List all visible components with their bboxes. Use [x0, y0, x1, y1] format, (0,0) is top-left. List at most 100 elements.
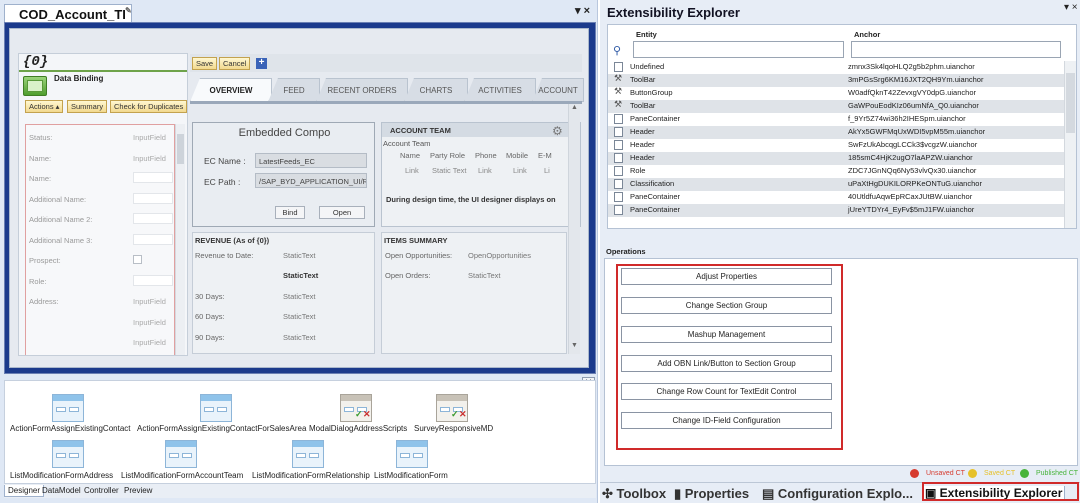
list-item[interactable]: ⚒ ButtonGroup W0adfQknT42ZevxgVY0dpG.uianc…	[608, 86, 1064, 100]
name-input[interactable]	[133, 172, 173, 183]
additional-name-3-input[interactable]	[133, 234, 173, 245]
field-label: Additional Name 2:	[29, 215, 93, 224]
modal-dialog-icon[interactable]: ✓ ✕	[436, 394, 468, 422]
form-icon[interactable]	[292, 440, 324, 468]
table-cell[interactable]: Li	[544, 166, 550, 175]
check-icon: ✓	[451, 409, 459, 419]
additional-name-2-input[interactable]	[133, 213, 173, 224]
scrollbar-thumb[interactable]	[177, 134, 184, 164]
anchor-filter-input[interactable]	[851, 41, 1061, 58]
status-legend: Unsaved CT Saved CT Published CT	[908, 467, 1078, 479]
role-input[interactable]	[133, 275, 173, 286]
list-item[interactable]: Role ZDC7JGnNQq6Ny53vlvQx30.uianchor	[608, 165, 1064, 178]
section-header: ITEMS SUMMARY	[384, 236, 448, 245]
gallery-item-label[interactable]: ListModificationFormRelationship	[252, 471, 370, 480]
cross-icon: ✕	[363, 409, 371, 419]
list-item[interactable]: PaneContainer f_9Yr5Z74wi36h2IHESpm.uianc…	[608, 113, 1064, 126]
column-header: Mobile	[506, 151, 529, 160]
panel-scrollbar[interactable]	[175, 124, 185, 355]
change-section-group-button[interactable]: Change Section Group	[621, 297, 832, 314]
field-label: Additional Name:	[29, 195, 87, 204]
entity-filter-input[interactable]	[633, 41, 844, 58]
change-row-count-button[interactable]: Change Row Count for TextEdit Control	[621, 383, 832, 400]
gallery-item-label[interactable]: ModalDialogAddressScripts	[309, 424, 407, 433]
summary-button[interactable]: Summary	[67, 100, 108, 113]
close-pane-button[interactable]: ▾ ×	[1064, 2, 1078, 13]
list-item[interactable]: Header AkYx5GWFMqUxWDI5vpM55m.uianchor	[608, 126, 1064, 139]
column-header: Phone	[475, 151, 497, 160]
tab-datamodel[interactable]: DataModel	[39, 485, 84, 497]
tab-toolbox[interactable]: ✣ Toolbox	[602, 486, 666, 502]
tool-icon: ⚒	[614, 73, 623, 83]
properties-icon: ▮	[674, 486, 685, 501]
list-item[interactable]: Undefined zmnx3Sk4lqoHLQ2g5b2phm.uianchor	[608, 61, 1064, 74]
list-item[interactable]: PaneContainer 40UtldfuAqwEpRCaxJUtBW.uian…	[608, 191, 1064, 204]
open-button[interactable]: Open	[319, 206, 365, 219]
form-icon[interactable]	[52, 440, 84, 468]
list-item[interactable]: Header 185smC4HjK2ugO7laAPZW.uianchor	[608, 152, 1064, 165]
change-id-field-configuration-button[interactable]: Change ID-Field Configuration	[621, 412, 832, 429]
mashup-management-button[interactable]: Mashup Management	[621, 326, 832, 343]
actions-button[interactable]: Actions ▴	[25, 100, 64, 113]
list-item[interactable]: PaneContainer jUreYTDYr4_EyFv$5mJ1FW.uian…	[608, 204, 1064, 217]
field-value[interactable]: InputField	[133, 318, 166, 327]
adjust-properties-button[interactable]: Adjust Properties	[621, 268, 832, 285]
tab-charts[interactable]: CHARTS	[404, 78, 468, 102]
cancel-button[interactable]: Cancel	[219, 57, 251, 70]
field-value[interactable]: InputField	[133, 297, 166, 306]
check-duplicates-button[interactable]: Check for Duplicates	[110, 100, 187, 113]
gallery-item-label[interactable]: ActionFormAssignExistingContactForSalesA…	[137, 424, 306, 433]
ec-name-field[interactable]: LatestFeeds_EC	[255, 153, 367, 168]
form-icon[interactable]	[396, 440, 428, 468]
gallery-item-label[interactable]: SurveyResponsiveMD	[414, 424, 493, 433]
list-item[interactable]: Classification uPaXtHgDUKILORPKeONTuG.uia…	[608, 178, 1064, 191]
field-value[interactable]: InputField	[133, 338, 166, 347]
ec-path-field[interactable]: /SAP_BYD_APPLICATION_UI/Re	[255, 173, 367, 188]
list-scrollbar[interactable]	[1064, 61, 1076, 228]
tab-controller[interactable]: Controller	[81, 485, 122, 497]
form-icon[interactable]	[165, 440, 197, 468]
tab-activities[interactable]: ACTIVITIES	[464, 78, 536, 102]
scrollbar-thumb[interactable]	[1066, 73, 1075, 133]
gallery-item-label[interactable]: ListModificationForm	[374, 471, 448, 480]
tab-designer[interactable]: Designer	[4, 485, 45, 497]
canvas-scrollbar[interactable]: ▲ ▼	[568, 104, 580, 354]
gallery-item-label[interactable]: ActionFormAssignExistingContact	[10, 424, 131, 433]
gallery-item-label[interactable]: ListModificationFormAddress	[10, 471, 113, 480]
field-value[interactable]: InputField	[133, 133, 166, 142]
design-time-note: During design time, the UI designer disp…	[386, 195, 556, 204]
tab-configuration-explorer[interactable]: ▤ Configuration Explo...	[762, 486, 913, 502]
bind-button[interactable]: Bind	[275, 206, 305, 219]
list-item[interactable]: Header SwFzUkAbcqgLCCk3$vcgzW.uianchor	[608, 139, 1064, 152]
table-cell[interactable]: Link	[478, 166, 492, 175]
close-document-button[interactable]: ▾ ×	[575, 4, 590, 17]
tab-overview[interactable]: OVERVIEW	[190, 78, 272, 102]
table-cell[interactable]: Link	[513, 166, 527, 175]
tab-preview[interactable]: Preview	[121, 485, 155, 497]
gallery-item-label[interactable]: ListModificationFormAccountTeam	[121, 471, 243, 480]
prospect-checkbox[interactable]	[133, 255, 142, 264]
tab-recent-orders[interactable]: RECENT ORDERS	[316, 78, 408, 102]
pin-icon[interactable]: ✎	[125, 6, 132, 15]
save-button[interactable]: Save	[192, 57, 218, 70]
field-value[interactable]: InputField	[133, 154, 166, 163]
entity-name: PaneContainer	[630, 114, 681, 123]
tab-properties[interactable]: ▮ Properties	[674, 486, 749, 502]
embedded-component[interactable]: Embedded Compo EC Name : LatestFeeds_EC …	[192, 122, 375, 227]
add-icon[interactable]: +	[256, 58, 267, 69]
scroll-up-icon[interactable]: ▲	[569, 104, 580, 114]
modal-dialog-icon[interactable]: ✓ ✕	[340, 394, 372, 422]
additional-name-input[interactable]	[133, 193, 173, 204]
form-icon[interactable]	[200, 394, 232, 422]
add-obn-link-button[interactable]: Add OBN Link/Button to Section Group	[621, 355, 832, 372]
form-icon[interactable]	[52, 394, 84, 422]
scroll-down-icon[interactable]: ▼	[569, 342, 580, 352]
column-header-anchor: Anchor	[854, 30, 881, 39]
document-tab[interactable]: COD_Account_TI ✎	[4, 4, 132, 22]
search-icon[interactable]: ⚲	[613, 44, 621, 57]
list-item[interactable]: ⚒ ToolBar GaWPouEodKIz06umNfA_Q0.uianchor	[608, 99, 1064, 113]
tab-label: Configuration Explo...	[777, 486, 913, 501]
table-cell[interactable]: Link	[405, 166, 419, 175]
gear-icon[interactable]: ⚙	[552, 124, 563, 138]
list-item[interactable]: ⚒ ToolBar 3mPGsSrg6KM16JXT2QH9Ym.uianchor	[608, 73, 1064, 87]
